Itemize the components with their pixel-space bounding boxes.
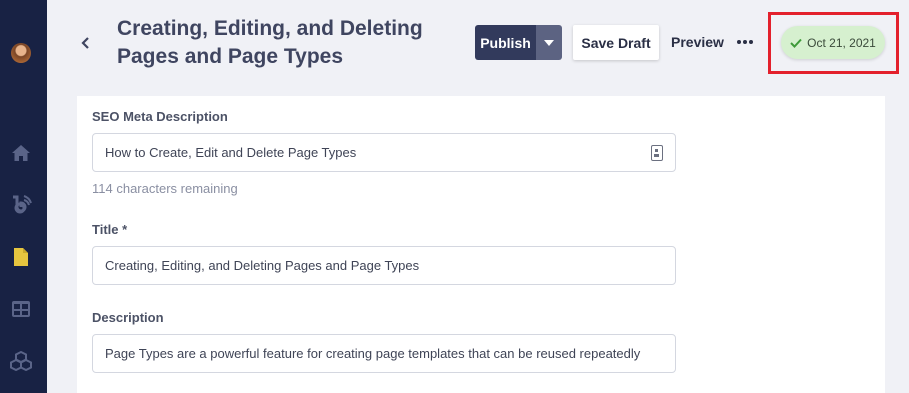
seo-meta-description-label: SEO Meta Description xyxy=(92,109,228,124)
more-options-icon[interactable] xyxy=(737,36,753,48)
page-title: Creating, Editing, and Deleting Pages an… xyxy=(117,15,467,71)
seo-meta-description-value: How to Create, Edit and Delete Page Type… xyxy=(105,145,357,160)
description-field[interactable]: Page Types are a powerful feature for cr… xyxy=(92,334,676,373)
status-badge[interactable]: Oct 21, 2021 xyxy=(781,26,885,59)
publish-button[interactable]: Publish xyxy=(475,25,536,60)
seo-meta-description-field[interactable]: How to Create, Edit and Delete Page Type… xyxy=(92,133,676,172)
table-icon[interactable] xyxy=(10,298,32,320)
document-icon[interactable] xyxy=(651,145,663,161)
blog-icon[interactable] xyxy=(10,194,32,216)
description-label: Description xyxy=(92,310,164,325)
home-icon[interactable] xyxy=(10,142,32,164)
checkmark-icon xyxy=(790,38,802,48)
publish-dropdown-button[interactable] xyxy=(536,25,562,60)
status-date: Oct 21, 2021 xyxy=(807,35,876,50)
preview-button[interactable]: Preview xyxy=(671,34,724,50)
modules-icon[interactable] xyxy=(10,350,32,372)
back-chevron-icon[interactable] xyxy=(78,33,94,53)
page-title-line1: Creating, Editing, and Deleting xyxy=(117,17,423,40)
seo-characters-remaining: 114 characters remaining xyxy=(92,181,238,196)
save-draft-button[interactable]: Save Draft xyxy=(573,25,659,60)
publish-button-group: Publish xyxy=(475,25,562,60)
page-icon[interactable] xyxy=(10,246,32,268)
title-label: Title * xyxy=(92,222,128,237)
title-field[interactable]: Creating, Editing, and Deleting Pages an… xyxy=(92,246,676,285)
avatar[interactable] xyxy=(11,43,31,63)
caret-down-icon xyxy=(544,39,554,46)
description-value: Page Types are a powerful feature for cr… xyxy=(105,346,641,361)
page-title-line2: Pages and Page Types xyxy=(117,45,344,68)
title-value: Creating, Editing, and Deleting Pages an… xyxy=(105,258,420,273)
sidebar xyxy=(0,0,47,393)
